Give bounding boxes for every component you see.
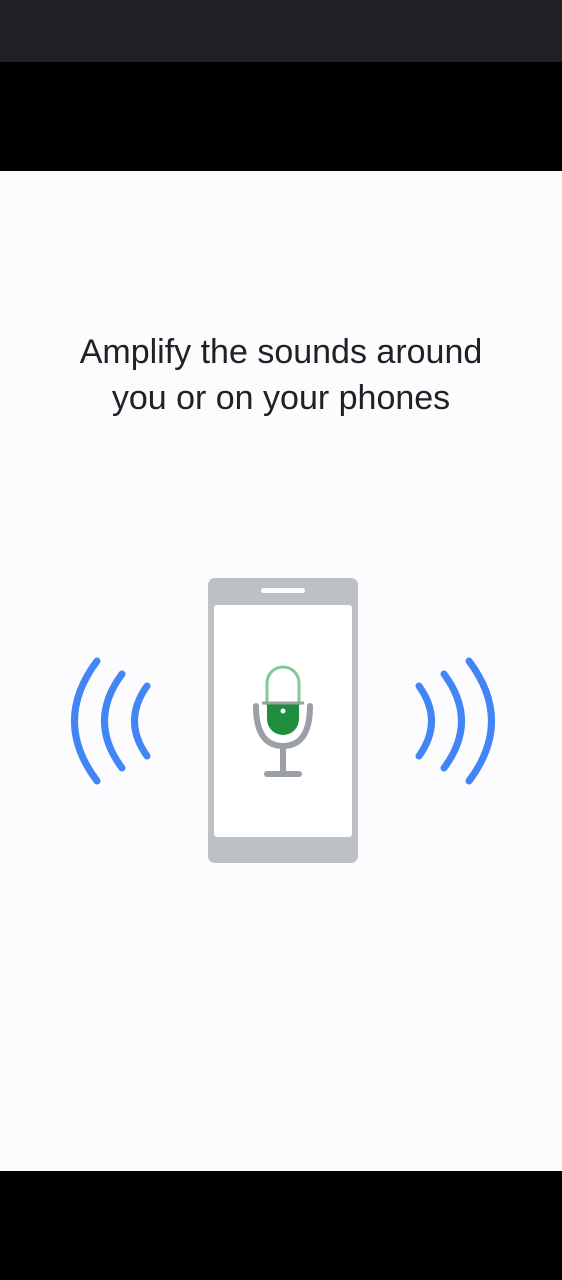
sound-waves-right-icon	[415, 657, 495, 785]
onboarding-screen: Amplify the sounds around you or on your…	[0, 171, 562, 1171]
bottom-band	[0, 1171, 562, 1280]
status-bar	[0, 0, 562, 62]
amplify-illustration	[71, 578, 495, 863]
top-band	[0, 62, 562, 171]
sound-waves-left-icon	[71, 657, 151, 785]
